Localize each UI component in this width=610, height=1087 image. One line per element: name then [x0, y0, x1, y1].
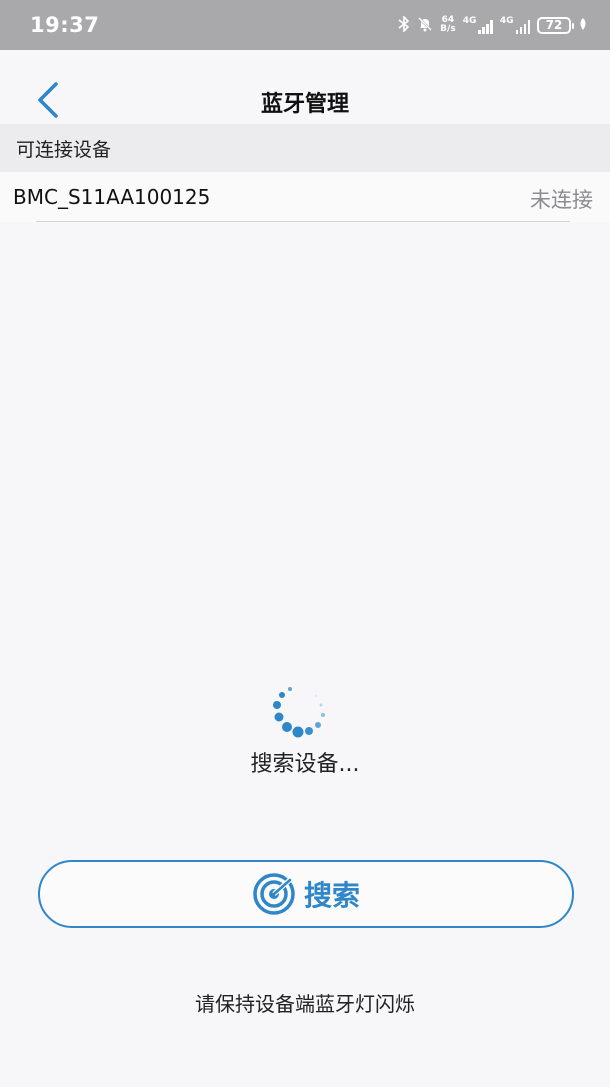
net2-label: 4G [499, 16, 514, 26]
device-name: BMC_S11AA100125 [13, 185, 211, 209]
search-button[interactable]: 搜索 [38, 860, 574, 928]
page-title: 蓝牙管理 [260, 92, 349, 117]
radar-icon [253, 873, 295, 915]
section-title: 可连接设备 [16, 138, 112, 161]
searching-status: 搜索设备... [250, 752, 360, 777]
status-time: 19:37 [30, 13, 100, 37]
device-row[interactable]: BMC_S11AA100125 未连接 [0, 172, 610, 222]
bluetooth-icon [398, 14, 410, 35]
device-status: 未连接 [530, 188, 593, 212]
divider [36, 221, 570, 222]
section-header: 可连接设备 [0, 124, 610, 172]
battery-level: 72 [545, 18, 563, 32]
signal-icon-2: 4G [500, 16, 530, 34]
nav-bar: 蓝牙管理 [0, 50, 610, 124]
status-icons: 64 B/s 4G 4G 72 [398, 14, 588, 35]
search-button-label: 搜索 [303, 879, 360, 912]
leaf-icon [578, 17, 588, 34]
battery-icon: 72 [537, 16, 574, 34]
status-bar: 19:37 64 B/s 4G 4G 72 [0, 0, 610, 50]
net1-label: 4G [462, 16, 477, 26]
speed-unit: B/s [440, 24, 456, 34]
mute-bell-icon [417, 16, 433, 35]
hint-text: 请保持设备端蓝牙灯闪烁 [195, 992, 415, 1016]
loading-spinner-icon [273, 687, 325, 738]
network-speed: 64 B/s [440, 16, 456, 34]
signal-icon: 4G [463, 16, 493, 34]
